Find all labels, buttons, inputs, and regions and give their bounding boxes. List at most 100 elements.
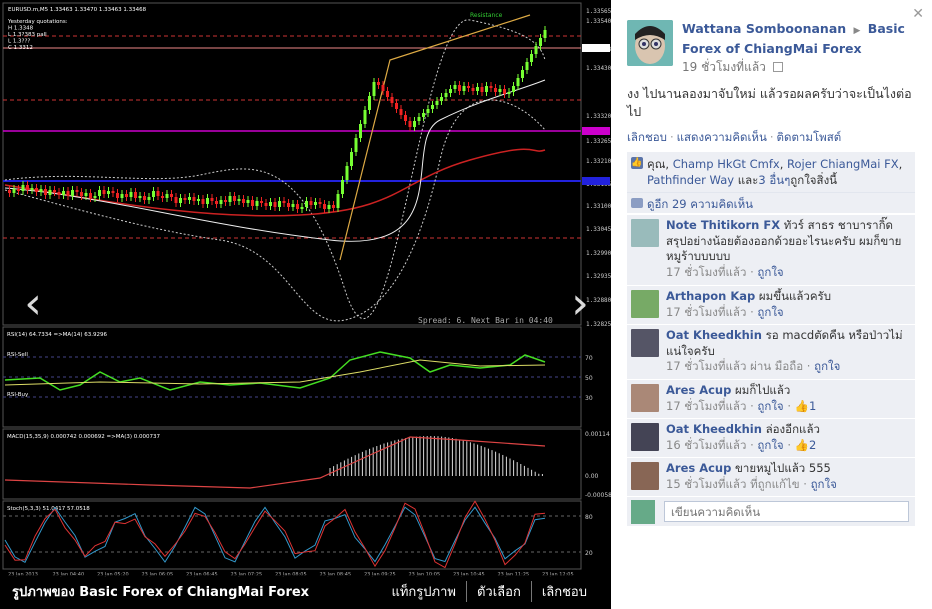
price-axis-label: 1.33540 (586, 18, 611, 25)
ma-white-line (4, 79, 546, 242)
likes-others-link[interactable]: 3 อื่นๆ (758, 173, 790, 187)
comment-item: Ares Acup ผมก็ไปแล้ว 17 ชั่วโมงที่แล้ว · … (627, 379, 915, 418)
candle-body (251, 200, 254, 206)
comment-link[interactable]: แสดงความคิดเห็น (677, 130, 767, 144)
commenter-avatar[interactable] (631, 290, 659, 318)
comment-like-link[interactable]: ถูกใจ (757, 438, 783, 452)
photo-stage[interactable]: 1.335651.335401.334681.334301.333201.332… (0, 0, 611, 609)
chart-info-text: C 1.3312 (8, 45, 33, 51)
candle-body (507, 92, 511, 94)
commenter-name-link[interactable]: Oat Kheedkhin (666, 422, 762, 436)
comment-like-count[interactable]: 1 (809, 399, 816, 413)
author-avatar[interactable] (627, 20, 673, 66)
comment-like-link[interactable]: ถูกใจ (757, 305, 783, 319)
candle-body (215, 201, 218, 204)
comment-time[interactable]: 16 ชั่วโมงที่แล้ว (666, 438, 746, 452)
follow-post-link[interactable]: ติดตามโพสต์ (777, 130, 842, 144)
candle-body (116, 193, 119, 198)
likes-you: คุณ, (647, 157, 673, 171)
stoch-main-line (4, 506, 546, 563)
view-more-comments[interactable]: ดูอีก 29 ความคิดเห็น (627, 193, 915, 213)
commenter-name-link[interactable]: Note Thitikorn FX (666, 218, 780, 232)
candle-body (512, 86, 515, 92)
candle-body (12, 189, 16, 193)
comment-like-link[interactable]: ถูกใจ (757, 265, 783, 279)
candle-body (75, 190, 79, 192)
candle-body (192, 197, 196, 201)
liker-link[interactable]: Rojer ChiangMai FX (787, 157, 899, 171)
comment-like-link[interactable]: ถูกใจ (811, 477, 837, 491)
candle-body (278, 201, 281, 207)
candle-body (498, 89, 502, 92)
comment-item: Oat Kheedkhin รอ macdตัดคืน หรือป่าวไม่แ… (627, 324, 915, 379)
comment-time[interactable]: 17 ชั่วโมงที่แล้ว (666, 399, 746, 413)
price-axis-label: 1.33565 (586, 8, 611, 15)
candle-body (152, 191, 155, 197)
comment-text: ผมก็ไปแล้ว (735, 383, 791, 397)
candle-body (534, 46, 538, 54)
post-side-panel: ✕ Wattana Somboonanan ▶ Basic Forex of C… (611, 0, 932, 609)
unlike-link[interactable]: เลิกชอบ (530, 581, 597, 602)
stoch-level-label: 20 (585, 550, 593, 557)
likes-and: และ (737, 173, 759, 187)
candle-body (188, 197, 191, 200)
candle-body (377, 82, 380, 85)
candle-body (485, 86, 488, 92)
candle-body (35, 188, 38, 192)
candle-body (300, 207, 304, 209)
comment-input[interactable] (664, 501, 909, 522)
author-name-link[interactable]: Wattana Somboonanan (682, 21, 846, 36)
post-timestamp[interactable]: 19 ชั่วโมงที่แล้ว (682, 60, 766, 74)
commenter-avatar[interactable] (631, 462, 659, 490)
commenter-name-link[interactable]: Ares Acup (666, 461, 731, 475)
candle-body (89, 193, 92, 198)
commenter-avatar[interactable] (631, 423, 659, 451)
candle-body (525, 62, 529, 70)
candle-body (539, 38, 542, 46)
comment-time[interactable]: 17 ชั่วโมงที่แล้ว (666, 265, 746, 279)
main-panel-frame (2, 2, 582, 326)
comment-time[interactable]: 15 ชั่วโมงที่แล้ว (666, 477, 746, 491)
liker-link[interactable]: Pathfinder Way (647, 173, 734, 187)
commenter-avatar[interactable] (631, 384, 659, 412)
candle-body (143, 196, 146, 200)
candle-body (156, 191, 160, 196)
candle-body (336, 194, 340, 208)
likes-suffix: ถูกใจสิ่งนี้ (790, 173, 838, 187)
thumbs-up-icon: 👍 (631, 157, 643, 169)
chevron-left-icon[interactable]: ‹ (18, 282, 48, 326)
comment-like-count[interactable]: 2 (809, 438, 816, 452)
candle-body (530, 54, 533, 62)
photo-actions: แท็กรูปภาพ ตัวเลือก เลิกชอบ (381, 581, 597, 602)
comment-time[interactable]: 17 ชั่วโมงที่แล้ว (666, 359, 746, 373)
commenter-avatar[interactable] (631, 329, 659, 357)
candle-body (134, 192, 137, 198)
candle-body (458, 85, 461, 91)
photo-caption-bar: รูปภาพของ Basic Forex of ChiangMai Forex… (0, 575, 611, 609)
candle-body (327, 205, 331, 209)
candle-body (26, 185, 29, 190)
commenter-name-link[interactable]: Oat Kheedkhin (666, 328, 762, 342)
commenter-name-link[interactable]: Ares Acup (666, 383, 731, 397)
candle-body (440, 97, 443, 101)
commenter-name-link[interactable]: Arthapon Kap (666, 289, 755, 303)
speech-bubble-icon (631, 198, 643, 208)
candle-body (170, 194, 173, 197)
liker-link[interactable]: Champ HkGt Cmfx (673, 157, 780, 171)
chevron-right-icon[interactable]: › (565, 282, 595, 326)
candle-body (125, 194, 128, 197)
comment-time[interactable]: 17 ชั่วโมงที่แล้ว (666, 305, 746, 319)
options-link[interactable]: ตัวเลือก (465, 581, 531, 602)
post-body: งง ไปนานลองมาจับใหม่ แล้วรอผลครับว่าจะเป… (627, 86, 912, 119)
candle-body (291, 204, 295, 207)
commenter-avatar[interactable] (631, 219, 659, 247)
unlike-post-link[interactable]: เลิกชอบ (627, 130, 667, 144)
rsi-level-label: 30 (585, 395, 593, 402)
comment-like-link[interactable]: ถูกใจ (814, 359, 840, 373)
resistance-label: Resistance (470, 12, 503, 19)
tag-photo-link[interactable]: แท็กรูปภาพ (381, 581, 466, 602)
candle-body (435, 101, 439, 105)
macd-level-label: -0.00058 (585, 492, 611, 499)
comment-like-link[interactable]: ถูกใจ (757, 399, 783, 413)
price-axis-label: 1.33210 (586, 158, 611, 165)
